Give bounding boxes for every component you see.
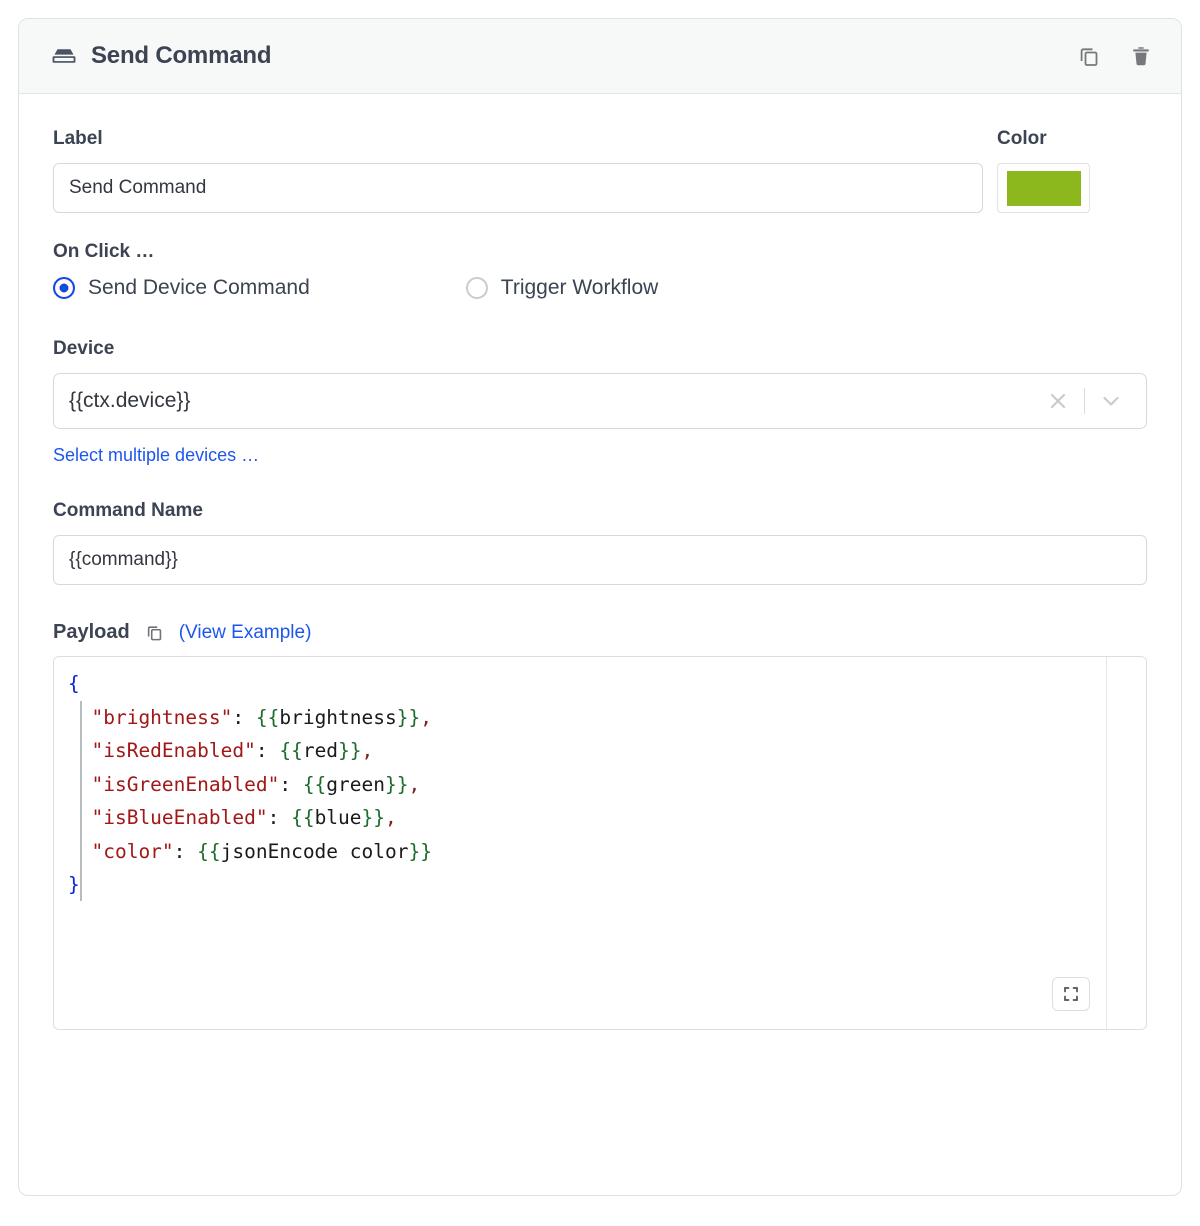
- label-field-group: Label: [53, 128, 983, 213]
- color-field-label: Color: [997, 128, 1047, 149]
- card-header: Send Command: [19, 19, 1181, 94]
- on-click-label: On Click …: [53, 241, 155, 262]
- label-field-label: Label: [53, 128, 103, 149]
- payload-code-content: { "brightness": {{brightness}}, "isRedEn…: [68, 672, 432, 896]
- label-input[interactable]: [53, 163, 983, 213]
- command-name-group: Command Name: [53, 500, 1147, 585]
- select-multiple-devices-link[interactable]: Select multiple devices …: [53, 445, 259, 466]
- device-select-value: {{ctx.device}}: [69, 389, 191, 412]
- view-example-link[interactable]: (View Example): [179, 622, 312, 644]
- expand-icon: [1064, 987, 1078, 1001]
- color-picker-button[interactable]: [997, 163, 1090, 213]
- payload-label: Payload: [53, 621, 130, 643]
- command-name-input[interactable]: [53, 535, 1147, 585]
- header-actions: [1077, 44, 1153, 68]
- trash-icon[interactable]: [1129, 44, 1153, 68]
- button-block-icon: [52, 49, 76, 63]
- send-command-card: Send Command Label Color: [18, 18, 1182, 1196]
- radio-indicator-unselected[interactable]: [465, 277, 488, 299]
- on-click-radio-row: Send Device Command Trigger Workflow: [53, 276, 1147, 300]
- radio-indicator-selected[interactable]: [53, 277, 75, 299]
- color-swatch: [1006, 170, 1081, 206]
- copy-icon[interactable]: [145, 623, 164, 642]
- device-field-label: Device: [53, 338, 115, 359]
- label-color-row: Label Color: [53, 128, 1147, 213]
- payload-group: Payload (View Example) { "brightness": {…: [53, 621, 1147, 1030]
- color-field-group: Color: [997, 128, 1090, 213]
- on-click-group: On Click … Send Device Command Trigger W…: [53, 241, 1147, 300]
- clear-device-button[interactable]: [1038, 381, 1078, 421]
- page-title: Send Command: [91, 42, 272, 69]
- device-select-controls: [1038, 381, 1131, 421]
- copy-icon[interactable]: [1077, 44, 1101, 68]
- radio-label-trigger-workflow: Trigger Workflow: [500, 276, 659, 299]
- close-icon: [1050, 393, 1066, 409]
- radio-trigger-workflow[interactable]: Trigger Workflow: [465, 276, 659, 300]
- command-name-label: Command Name: [53, 500, 203, 521]
- chevron-down-icon: [1103, 396, 1119, 406]
- editor-gutter-rule: [1106, 657, 1107, 1029]
- payload-code-editor[interactable]: { "brightness": {{brightness}}, "isRedEn…: [53, 656, 1147, 1030]
- device-field-group: Device {{ctx.device}} Select multiple de…: [53, 338, 1147, 466]
- card-body: Label Color On Click … Send Device Comma…: [19, 94, 1181, 1030]
- radio-label-send-device-command: Send Device Command: [88, 276, 310, 299]
- radio-send-device-command[interactable]: Send Device Command: [53, 276, 310, 300]
- payload-header: Payload (View Example): [53, 621, 1147, 644]
- header-left: Send Command: [51, 42, 1077, 70]
- device-select[interactable]: {{ctx.device}}: [53, 373, 1147, 429]
- expand-editor-button[interactable]: [1052, 977, 1090, 1011]
- device-dropdown-button[interactable]: [1091, 381, 1131, 421]
- select-divider: [1084, 388, 1085, 414]
